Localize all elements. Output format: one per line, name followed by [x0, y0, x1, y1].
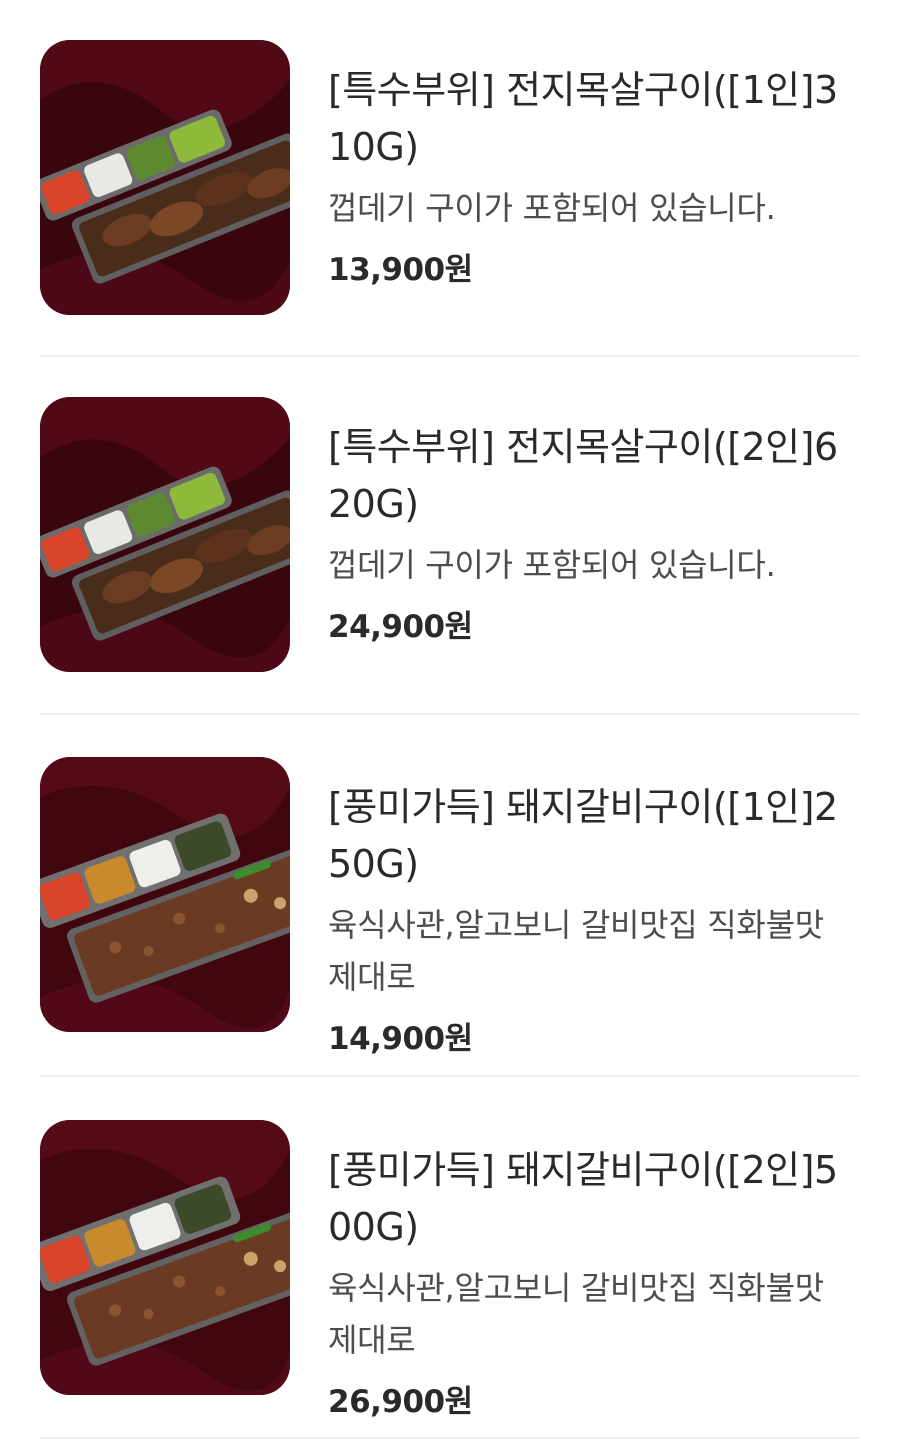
menu-item[interactable]: [특수부위] 전지목살구이([2인]620G) 껍데기 구이가 포함되어 있습니… — [40, 397, 860, 677]
menu-item-description: 껍데기 구이가 포함되어 있습니다. — [328, 546, 776, 584]
menu-item-price: 14,900원 — [328, 1021, 473, 1057]
menu-item-title: [특수부위] 전지목살구이([1인]310G) — [328, 68, 838, 169]
menu-item-title: [풍미가득] 돼지갈비구이([2인]500G) — [328, 1148, 838, 1249]
menu-item-info: [특수부위] 전지목살구이([2인]620G) 껍데기 구이가 포함되어 있습니… — [328, 419, 860, 646]
menu-item-price: 13,900원 — [328, 252, 473, 288]
food-thumbnail — [40, 40, 290, 315]
menu-item-description: 육식사관,알고보니 갈비맛집 직화불맛 제대로 — [328, 1269, 824, 1359]
divider — [40, 1075, 860, 1077]
menu-item[interactable]: [특수부위] 전지목살구이([1인]310G) 껍데기 구이가 포함되어 있습니… — [40, 40, 860, 320]
divider — [40, 355, 860, 357]
menu-item-price: 26,900원 — [328, 1384, 473, 1420]
menu-item-title: [특수부위] 전지목살구이([2인]620G) — [328, 425, 838, 526]
menu-item[interactable]: [풍미가득] 돼지갈비구이([1인]250G) 육식사관,알고보니 갈비맛집 직… — [40, 757, 860, 1057]
divider — [40, 713, 860, 715]
food-thumbnail — [40, 397, 290, 672]
menu-item-price: 24,900원 — [328, 609, 473, 645]
menu-item-title: [풍미가득] 돼지갈비구이([1인]250G) — [328, 785, 838, 886]
food-thumbnail — [40, 757, 290, 1032]
menu-item-info: [풍미가득] 돼지갈비구이([2인]500G) 육식사관,알고보니 갈비맛집 직… — [328, 1142, 860, 1421]
food-thumbnail — [40, 1120, 290, 1395]
menu-item-info: [풍미가득] 돼지갈비구이([1인]250G) 육식사관,알고보니 갈비맛집 직… — [328, 779, 860, 1058]
divider — [40, 1437, 860, 1439]
menu-item[interactable]: [풍미가득] 돼지갈비구이([2인]500G) 육식사관,알고보니 갈비맛집 직… — [40, 1120, 860, 1420]
menu-item-description: 껍데기 구이가 포함되어 있습니다. — [328, 189, 776, 227]
menu-item-description: 육식사관,알고보니 갈비맛집 직화불맛 제대로 — [328, 906, 824, 996]
menu-item-info: [특수부위] 전지목살구이([1인]310G) 껍데기 구이가 포함되어 있습니… — [328, 62, 860, 289]
